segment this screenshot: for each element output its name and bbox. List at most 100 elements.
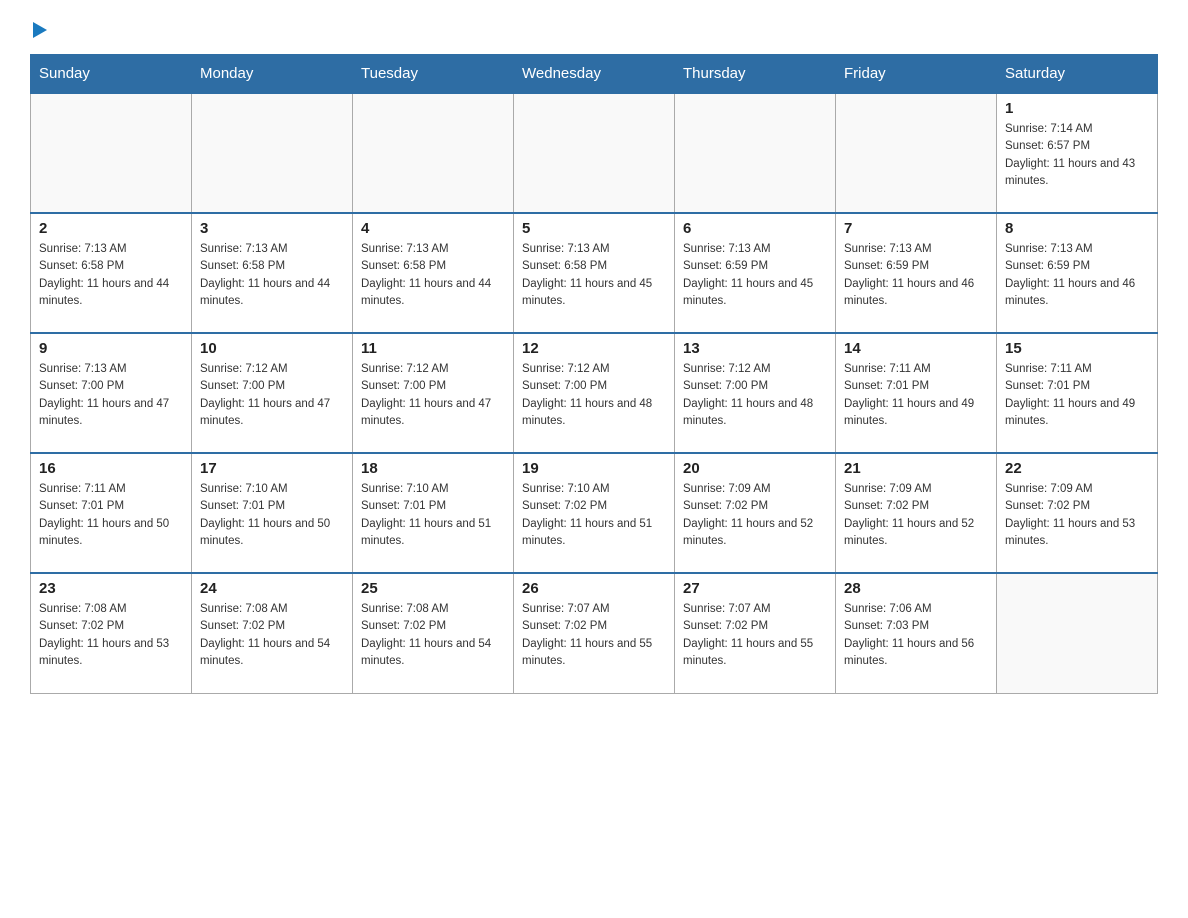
day-info: Sunrise: 7:09 AMSunset: 7:02 PMDaylight:… <box>844 481 988 550</box>
calendar-cell: 12 Sunrise: 7:12 AMSunset: 7:00 PMDayligh… <box>514 333 675 453</box>
day-number: 20 <box>683 460 827 477</box>
calendar-cell: 5 Sunrise: 7:13 AMSunset: 6:58 PMDaylight… <box>514 213 675 333</box>
calendar-cell: 2 Sunrise: 7:13 AMSunset: 6:58 PMDaylight… <box>31 213 192 333</box>
calendar-cell: 28 Sunrise: 7:06 AMSunset: 7:03 PMDayligh… <box>836 573 997 693</box>
calendar-cell <box>192 93 353 213</box>
day-number: 22 <box>1005 460 1149 477</box>
day-number: 21 <box>844 460 988 477</box>
day-number: 4 <box>361 220 505 237</box>
day-number: 11 <box>361 340 505 357</box>
day-info: Sunrise: 7:13 AMSunset: 6:58 PMDaylight:… <box>361 241 505 310</box>
day-info: Sunrise: 7:13 AMSunset: 6:58 PMDaylight:… <box>522 241 666 310</box>
calendar-cell: 4 Sunrise: 7:13 AMSunset: 6:58 PMDaylight… <box>353 213 514 333</box>
day-number: 14 <box>844 340 988 357</box>
day-number: 7 <box>844 220 988 237</box>
day-info: Sunrise: 7:11 AMSunset: 7:01 PMDaylight:… <box>39 481 183 550</box>
day-number: 18 <box>361 460 505 477</box>
weekday-header-saturday: Saturday <box>997 55 1158 94</box>
day-info: Sunrise: 7:13 AMSunset: 6:59 PMDaylight:… <box>1005 241 1149 310</box>
day-number: 1 <box>1005 100 1149 117</box>
weekday-header-monday: Monday <box>192 55 353 94</box>
calendar-cell: 16 Sunrise: 7:11 AMSunset: 7:01 PMDayligh… <box>31 453 192 573</box>
day-info: Sunrise: 7:08 AMSunset: 7:02 PMDaylight:… <box>200 601 344 670</box>
day-info: Sunrise: 7:12 AMSunset: 7:00 PMDaylight:… <box>683 361 827 430</box>
day-info: Sunrise: 7:12 AMSunset: 7:00 PMDaylight:… <box>522 361 666 430</box>
day-info: Sunrise: 7:10 AMSunset: 7:01 PMDaylight:… <box>361 481 505 550</box>
day-info: Sunrise: 7:07 AMSunset: 7:02 PMDaylight:… <box>683 601 827 670</box>
day-number: 26 <box>522 580 666 597</box>
day-number: 27 <box>683 580 827 597</box>
calendar-cell: 7 Sunrise: 7:13 AMSunset: 6:59 PMDaylight… <box>836 213 997 333</box>
calendar-cell <box>353 93 514 213</box>
calendar-cell: 17 Sunrise: 7:10 AMSunset: 7:01 PMDayligh… <box>192 453 353 573</box>
calendar-cell <box>836 93 997 213</box>
calendar-cell: 19 Sunrise: 7:10 AMSunset: 7:02 PMDayligh… <box>514 453 675 573</box>
day-number: 3 <box>200 220 344 237</box>
page-header <box>30 20 1158 34</box>
calendar-cell: 25 Sunrise: 7:08 AMSunset: 7:02 PMDayligh… <box>353 573 514 693</box>
calendar-cell: 15Sunrise: 7:11 AMSunset: 7:01 PMDayligh… <box>997 333 1158 453</box>
day-info: Sunrise: 7:08 AMSunset: 7:02 PMDaylight:… <box>39 601 183 670</box>
day-number: 15 <box>1005 340 1149 357</box>
calendar-cell <box>997 573 1158 693</box>
calendar-cell: 21 Sunrise: 7:09 AMSunset: 7:02 PMDayligh… <box>836 453 997 573</box>
day-info: Sunrise: 7:13 AMSunset: 6:58 PMDaylight:… <box>39 241 183 310</box>
calendar-cell: 26Sunrise: 7:07 AMSunset: 7:02 PMDayligh… <box>514 573 675 693</box>
day-info: Sunrise: 7:13 AMSunset: 6:59 PMDaylight:… <box>683 241 827 310</box>
day-number: 19 <box>522 460 666 477</box>
day-number: 23 <box>39 580 183 597</box>
day-number: 6 <box>683 220 827 237</box>
calendar-cell: 6 Sunrise: 7:13 AMSunset: 6:59 PMDaylight… <box>675 213 836 333</box>
calendar-cell: 3 Sunrise: 7:13 AMSunset: 6:58 PMDaylight… <box>192 213 353 333</box>
calendar-cell: 11 Sunrise: 7:12 AMSunset: 7:00 PMDayligh… <box>353 333 514 453</box>
day-number: 13 <box>683 340 827 357</box>
weekday-header-tuesday: Tuesday <box>353 55 514 94</box>
day-info: Sunrise: 7:09 AMSunset: 7:02 PMDaylight:… <box>683 481 827 550</box>
calendar-cell: 10 Sunrise: 7:12 AMSunset: 7:00 PMDayligh… <box>192 333 353 453</box>
calendar-cell: 24 Sunrise: 7:08 AMSunset: 7:02 PMDayligh… <box>192 573 353 693</box>
day-info: Sunrise: 7:10 AMSunset: 7:01 PMDaylight:… <box>200 481 344 550</box>
weekday-header-wednesday: Wednesday <box>514 55 675 94</box>
day-number: 2 <box>39 220 183 237</box>
day-info: Sunrise: 7:12 AMSunset: 7:00 PMDaylight:… <box>200 361 344 430</box>
calendar-cell: 18 Sunrise: 7:10 AMSunset: 7:01 PMDayligh… <box>353 453 514 573</box>
day-info: Sunrise: 7:14 AMSunset: 6:57 PMDaylight:… <box>1005 121 1149 190</box>
calendar-table: SundayMondayTuesdayWednesdayThursdayFrid… <box>30 54 1158 694</box>
calendar-cell <box>675 93 836 213</box>
day-info: Sunrise: 7:08 AMSunset: 7:02 PMDaylight:… <box>361 601 505 670</box>
day-info: Sunrise: 7:10 AMSunset: 7:02 PMDaylight:… <box>522 481 666 550</box>
day-number: 25 <box>361 580 505 597</box>
day-number: 24 <box>200 580 344 597</box>
day-info: Sunrise: 7:13 AMSunset: 7:00 PMDaylight:… <box>39 361 183 430</box>
day-number: 8 <box>1005 220 1149 237</box>
logo-triangle-icon <box>31 20 49 38</box>
day-info: Sunrise: 7:09 AMSunset: 7:02 PMDaylight:… <box>1005 481 1149 550</box>
week-row-4: 16 Sunrise: 7:11 AMSunset: 7:01 PMDayligh… <box>31 453 1158 573</box>
day-number: 5 <box>522 220 666 237</box>
weekday-header-row: SundayMondayTuesdayWednesdayThursdayFrid… <box>31 55 1158 94</box>
week-row-5: 23 Sunrise: 7:08 AMSunset: 7:02 PMDayligh… <box>31 573 1158 693</box>
calendar-cell: 1 Sunrise: 7:14 AMSunset: 6:57 PMDaylight… <box>997 93 1158 213</box>
day-number: 10 <box>200 340 344 357</box>
day-number: 28 <box>844 580 988 597</box>
day-number: 12 <box>522 340 666 357</box>
calendar-cell: 20 Sunrise: 7:09 AMSunset: 7:02 PMDayligh… <box>675 453 836 573</box>
day-info: Sunrise: 7:06 AMSunset: 7:03 PMDaylight:… <box>844 601 988 670</box>
calendar-cell: 13 Sunrise: 7:12 AMSunset: 7:00 PMDayligh… <box>675 333 836 453</box>
day-number: 16 <box>39 460 183 477</box>
week-row-3: 9 Sunrise: 7:13 AMSunset: 7:00 PMDaylight… <box>31 333 1158 453</box>
day-info: Sunrise: 7:13 AMSunset: 6:58 PMDaylight:… <box>200 241 344 310</box>
day-info: Sunrise: 7:13 AMSunset: 6:59 PMDaylight:… <box>844 241 988 310</box>
day-info: Sunrise: 7:12 AMSunset: 7:00 PMDaylight:… <box>361 361 505 430</box>
calendar-cell: 14 Sunrise: 7:11 AMSunset: 7:01 PMDayligh… <box>836 333 997 453</box>
day-number: 17 <box>200 460 344 477</box>
logo <box>30 20 49 34</box>
week-row-2: 2 Sunrise: 7:13 AMSunset: 6:58 PMDaylight… <box>31 213 1158 333</box>
calendar-cell: 22 Sunrise: 7:09 AMSunset: 7:02 PMDayligh… <box>997 453 1158 573</box>
calendar-cell: 23 Sunrise: 7:08 AMSunset: 7:02 PMDayligh… <box>31 573 192 693</box>
day-number: 9 <box>39 340 183 357</box>
weekday-header-friday: Friday <box>836 55 997 94</box>
calendar-cell: 8 Sunrise: 7:13 AMSunset: 6:59 PMDaylight… <box>997 213 1158 333</box>
day-info: Sunrise: 7:11 AMSunset: 7:01 PMDaylight:… <box>844 361 988 430</box>
calendar-cell: 27 Sunrise: 7:07 AMSunset: 7:02 PMDayligh… <box>675 573 836 693</box>
